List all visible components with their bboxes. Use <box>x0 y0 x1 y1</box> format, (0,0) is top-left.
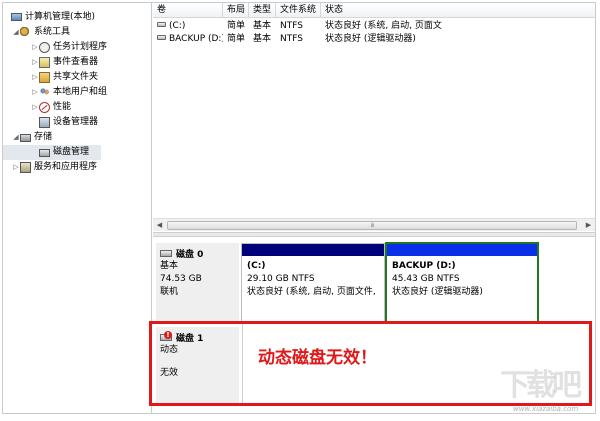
scrollbar-grip-icon: ⁞⁞⁞ <box>370 222 375 229</box>
disk-0-status: 联机 <box>160 287 179 297</box>
partition-c[interactable]: (C:) 29.10 GB NTFS 状态良好 (系统, 启动, 页面文件, 活 <box>241 243 385 323</box>
column-header-type[interactable]: 类型 <box>249 3 276 18</box>
volume-icon <box>157 35 166 40</box>
tree-item-task-scheduler[interactable]: ▷ 任务计划程序 <box>3 40 151 55</box>
tree-item-label: 系统工具 <box>34 27 71 37</box>
annotation-text: 动态磁盘无效！ <box>258 348 377 368</box>
disk-0-title: 磁盘 0 <box>160 246 235 260</box>
tree-item-system-tools[interactable]: ◢ 系统工具 <box>3 25 151 40</box>
disk-0-info[interactable]: 磁盘 0 基本 74.53 GB 联机 <box>156 243 239 323</box>
scrollbar-thumb[interactable]: ⁞⁞⁞ <box>167 221 577 230</box>
disk-1-title: 磁盘 1 <box>160 330 235 344</box>
disk-icon <box>160 249 172 257</box>
navigation-tree: 计算机管理(本地) ◢ 系统工具 ▷ 任务计划程序 ▷ 事件查看器 ▷ 共享文件… <box>3 3 152 413</box>
partition-size: 45.43 GB NTFS <box>392 274 460 284</box>
volume-list-header: 卷 布局 类型 文件系统 状态 <box>153 3 595 18</box>
collapsed-arrow-icon[interactable]: ▷ <box>31 100 39 115</box>
table-row[interactable]: BACKUP (D:) 简单 基本 NTFS 状态良好 (逻辑驱动器) <box>153 33 595 46</box>
expanded-arrow-icon[interactable]: ◢ <box>12 25 20 40</box>
expanded-arrow-icon[interactable]: ◢ <box>12 130 20 145</box>
tree-item-label: 计算机管理(本地) <box>25 12 96 22</box>
disk-warning-icon <box>160 330 172 341</box>
scroll-left-icon[interactable]: ◀ <box>154 220 165 231</box>
computer-icon <box>11 12 22 21</box>
tree-item-label: 服务和应用程序 <box>34 162 98 172</box>
tree-item-label: 本地用户和组 <box>53 87 108 97</box>
tree-item-shared-folders[interactable]: ▷ 共享文件夹 <box>3 70 151 85</box>
layout-cell: 简单 <box>227 34 246 44</box>
watermark-url: www.xiazaiba.com <box>513 405 579 413</box>
tree-item-services-apps[interactable]: ▷ 服务和应用程序 <box>3 160 151 175</box>
event-log-icon <box>39 57 50 68</box>
volume-icon <box>157 22 166 27</box>
tree-item-device-manager[interactable]: 设备管理器 <box>3 115 151 130</box>
partition-bar <box>387 244 537 256</box>
storage-icon <box>20 133 31 142</box>
collapsed-arrow-icon[interactable]: ▷ <box>31 40 39 55</box>
performance-icon <box>39 102 50 113</box>
partition-status: 状态良好 (逻辑驱动器) <box>392 287 483 297</box>
collapsed-arrow-icon[interactable]: ▷ <box>12 160 20 175</box>
tree-item-label: 设备管理器 <box>53 117 99 127</box>
partition-backup-d[interactable]: BACKUP (D:) 45.43 GB NTFS 状态良好 (逻辑驱动器) <box>385 242 539 326</box>
status-cell: 状态良好 (系统, 启动, 页面文 <box>325 21 442 31</box>
layout-cell: 简单 <box>227 21 246 31</box>
watermark-logo: 下载吧 <box>500 368 582 403</box>
disk-0-type: 基本 <box>160 261 179 271</box>
type-cell: 基本 <box>253 21 272 31</box>
scroll-right-icon[interactable]: ▶ <box>583 220 594 231</box>
tree-item-label: 事件查看器 <box>53 57 99 67</box>
status-cell: 状态良好 (逻辑驱动器) <box>325 34 416 44</box>
users-icon <box>39 87 50 98</box>
horizontal-scrollbar[interactable]: ◀ ⁞⁞⁞ ▶ <box>153 218 595 231</box>
tree-item-label: 任务计划程序 <box>53 42 108 52</box>
collapsed-arrow-icon[interactable]: ▷ <box>31 70 39 85</box>
table-row[interactable]: (C:) 简单 基本 NTFS 状态良好 (系统, 启动, 页面文 <box>153 20 595 33</box>
collapsed-arrow-icon[interactable]: ▷ <box>31 55 39 70</box>
disk-1-name: 磁盘 1 <box>176 333 204 344</box>
tree-item-label: 磁盘管理 <box>53 147 90 157</box>
partition-size: 29.10 GB NTFS <box>247 274 315 284</box>
tools-icon <box>20 27 31 38</box>
tree-item-root[interactable]: 计算机管理(本地) <box>3 10 151 25</box>
volume-cell: (C:) <box>153 20 223 33</box>
partition-status: 状态良好 (系统, 启动, 页面文件, 活 <box>247 287 379 297</box>
filesystem-cell: NTFS <box>280 34 303 44</box>
disk-0-name: 磁盘 0 <box>176 249 204 260</box>
column-header-layout[interactable]: 布局 <box>223 3 249 18</box>
disk-1-status: 无效 <box>160 368 179 378</box>
volume-name: BACKUP (D:) <box>169 34 223 44</box>
device-manager-icon <box>39 117 50 128</box>
tree-item-disk-management[interactable]: 磁盘管理 <box>3 145 101 160</box>
tree-item-label: 存储 <box>34 132 53 142</box>
partition-bar <box>242 244 384 256</box>
column-header-volume[interactable]: 卷 <box>153 3 223 18</box>
shared-folder-icon <box>39 72 50 83</box>
clock-icon <box>39 42 50 53</box>
column-header-status[interactable]: 状态 <box>321 3 595 18</box>
partition-name: (C:) <box>247 261 266 271</box>
volume-cell: BACKUP (D:) <box>153 33 223 46</box>
type-cell: 基本 <box>253 34 272 44</box>
services-icon <box>20 162 31 173</box>
column-header-filesystem[interactable]: 文件系统 <box>276 3 321 18</box>
disk-0-size: 74.53 GB <box>160 274 202 284</box>
tree-item-storage[interactable]: ◢ 存储 <box>3 130 151 145</box>
volume-name: (C:) <box>169 21 186 31</box>
disk-1-type: 动态 <box>160 345 179 355</box>
partition-name: BACKUP (D:) <box>392 261 456 271</box>
tree-item-event-viewer[interactable]: ▷ 事件查看器 <box>3 55 151 70</box>
tree-item-label: 共享文件夹 <box>53 72 99 82</box>
tree-item-label: 性能 <box>53 102 72 112</box>
collapsed-arrow-icon[interactable]: ▷ <box>31 85 39 100</box>
disk-icon <box>39 148 50 157</box>
tree-item-local-users[interactable]: ▷ 本地用户和组 <box>3 85 151 100</box>
tree-item-performance[interactable]: ▷ 性能 <box>3 100 151 115</box>
disk-1-info[interactable]: 磁盘 1 动态 无效 <box>156 327 239 403</box>
filesystem-cell: NTFS <box>280 21 303 31</box>
